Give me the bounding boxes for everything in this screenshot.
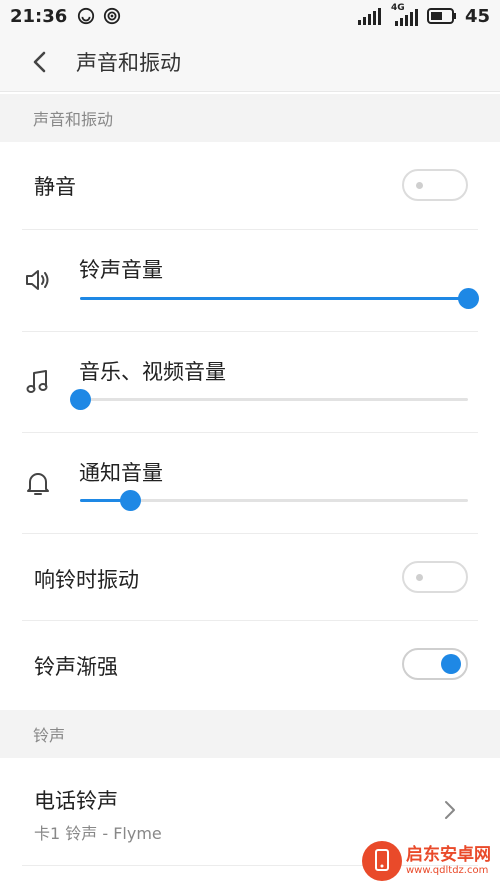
battery-icon <box>426 8 456 24</box>
status-right-group: 4G 45 <box>357 3 490 27</box>
media-volume-label: 音乐、视频音量 <box>79 360 226 384</box>
slider-fill <box>80 297 468 300</box>
chevron-right-icon <box>445 801 455 819</box>
back-arrow-icon[interactable] <box>28 50 52 74</box>
watermark: 启东安卓网 www.qdltdz.com <box>362 837 494 885</box>
status-bar: 21:36 4G 45 <box>0 0 500 32</box>
ring-volume-slider[interactable] <box>80 287 479 311</box>
ringtone-fade-in-toggle[interactable] <box>402 648 468 680</box>
page-title: 声音和振动 <box>76 50 181 75</box>
section-header-ringtone: 铃声 <box>0 710 500 758</box>
status-time: 21:36 <box>10 5 68 27</box>
section-header-sound: 声音和振动 <box>0 94 500 142</box>
slider-thumb[interactable] <box>120 490 142 511</box>
bell-icon <box>27 473 49 495</box>
speaker-icon <box>26 270 49 290</box>
mute-toggle[interactable] <box>402 169 468 201</box>
sync-status-icon <box>78 7 95 25</box>
app-bar: 声音和振动 <box>0 32 500 92</box>
ringtone-fade-in-label: 铃声渐强 <box>34 655 118 679</box>
media-volume-slider[interactable] <box>70 388 468 412</box>
mute-row[interactable]: 静音 <box>0 142 500 230</box>
toggle-knob <box>416 182 423 189</box>
notification-volume-slider[interactable] <box>80 489 468 513</box>
ringtone-fade-in-row[interactable]: 铃声渐强 <box>0 621 500 709</box>
signal-icon <box>357 8 381 25</box>
hotspot-icon <box>104 7 121 25</box>
mute-label: 静音 <box>34 175 76 199</box>
signal-4g-icon: 4G <box>391 3 419 26</box>
phone-ringtone-value: 卡1 铃声 - Flyme <box>34 824 162 843</box>
notification-volume-row: 通知音量 <box>0 433 500 534</box>
media-volume-row: 音乐、视频音量 <box>0 332 500 433</box>
music-note-icon <box>26 370 48 393</box>
toggle-knob <box>441 654 461 674</box>
watermark-title: 启东安卓网 <box>406 845 491 866</box>
vibrate-on-ring-label: 响铃时振动 <box>34 568 139 592</box>
vibrate-on-ring-toggle[interactable] <box>402 561 468 593</box>
ring-volume-label: 铃声音量 <box>79 258 163 282</box>
watermark-logo-icon <box>362 841 402 881</box>
slider-thumb[interactable] <box>458 288 479 309</box>
notification-volume-label: 通知音量 <box>79 461 163 485</box>
phone-ringtone-label: 电话铃声 <box>34 789 118 813</box>
vibrate-on-ring-row[interactable]: 响铃时振动 <box>0 534 500 621</box>
toggle-knob <box>416 574 423 581</box>
watermark-text: 启东安卓网 www.qdltdz.com <box>406 846 491 876</box>
slider-track <box>80 398 468 401</box>
ring-volume-row: 铃声音量 <box>0 230 500 332</box>
watermark-url: www.qdltdz.com <box>406 864 489 876</box>
battery-level: 45 <box>464 5 490 27</box>
slider-thumb[interactable] <box>70 389 91 410</box>
